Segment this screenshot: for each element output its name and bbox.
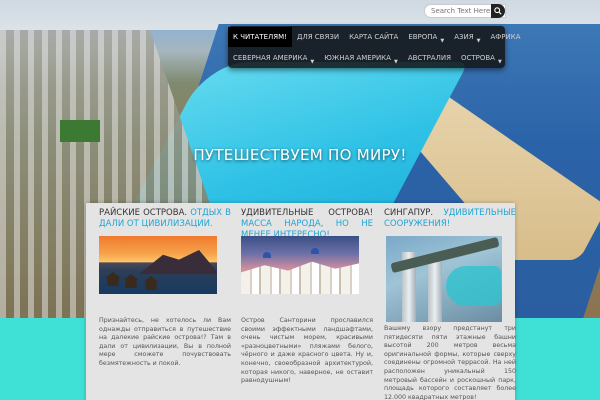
- article-image-singapore[interactable]: [386, 236, 502, 322]
- nav-label: АФРИКА: [490, 33, 521, 41]
- nav-item-europe[interactable]: ЕВРОПА ▼: [403, 27, 449, 47]
- dropdown-caret-icon: ▼: [310, 59, 315, 65]
- nav-item-contact[interactable]: ДЛЯ СВЯЗИ: [292, 27, 344, 47]
- hero-field: [60, 120, 100, 142]
- article-title[interactable]: СИНГАПУР. УДИВИТЕЛЬНЫЕ СООРУЖЕНИЯ!: [384, 208, 516, 232]
- nav-item-readers[interactable]: К ЧИТАТЕЛЯМ!: [228, 27, 292, 47]
- nav-item-asia[interactable]: АЗИЯ ▼: [449, 27, 485, 47]
- nav-item-australia[interactable]: АВСТРАЛИЯ: [403, 48, 456, 68]
- dropdown-caret-icon: ▼: [393, 59, 398, 65]
- article-card: РАЙСКИЕ ОСТРОВА. ОТДЫХ В ДАЛИ ОТ ЦИВИЛИЗ…: [99, 208, 231, 369]
- nav-row-1: К ЧИТАТЕЛЯМ! ДЛЯ СВЯЗИ КАРТА САЙТА ЕВРОП…: [228, 27, 525, 47]
- tower-shape: [428, 262, 442, 322]
- article-text: Признайтесь, не хотелось ли Вам однажды …: [99, 317, 231, 367]
- bungalow-shape: [143, 276, 159, 290]
- article-text: Вашему взору предстанут три пятидесяти п…: [384, 325, 516, 400]
- nav-label: ДЛЯ СВЯЗИ: [296, 33, 340, 41]
- article-title-text: РАЙСКИЕ ОСТРОВА.: [99, 208, 188, 218]
- dropdown-caret-icon: ▼: [440, 38, 445, 44]
- search-button[interactable]: [491, 4, 505, 18]
- nav-label: ЮЖНАЯ АМЕРИКА: [324, 54, 391, 62]
- nav-item-islands[interactable]: ОСТРОВА ▼: [456, 48, 507, 68]
- pool-shape: [446, 266, 501, 306]
- dropdown-caret-icon: ▼: [476, 38, 481, 44]
- article-title-text: СИНГАПУР.: [384, 208, 434, 218]
- nav-item-sitemap[interactable]: КАРТА САЙТА: [344, 27, 403, 47]
- article-image-santorini[interactable]: [241, 236, 359, 294]
- article-card: СИНГАПУР. УДИВИТЕЛЬНЫЕ СООРУЖЕНИЯ! Вашем…: [384, 208, 516, 400]
- dropdown-caret-icon: ▼: [497, 59, 502, 65]
- article-title[interactable]: РАЙСКИЕ ОСТРОВА. ОТДЫХ В ДАЛИ ОТ ЦИВИЛИЗ…: [99, 208, 231, 232]
- article-image-tropical-island[interactable]: [99, 236, 217, 294]
- dome-shape: [263, 252, 271, 258]
- hero-title: ПУТЕШЕСТВУЕМ ПО МИРУ!: [193, 146, 407, 164]
- nav-row-2: СЕВЕРНАЯ АМЕРИКА ▼ ЮЖНАЯ АМЕРИКА ▼ АВСТРАЛ…: [228, 48, 507, 68]
- nav-label: СЕВЕРНАЯ АМЕРИКА: [233, 54, 308, 62]
- search-icon: [494, 7, 502, 15]
- nav-label: АЗИЯ: [454, 33, 474, 41]
- mountain-shape: [139, 250, 217, 274]
- nav-item-north-america[interactable]: СЕВЕРНАЯ АМЕРИКА ▼: [228, 48, 319, 68]
- nav-item-africa[interactable]: АФРИКА: [485, 27, 525, 47]
- nav-item-south-america[interactable]: ЮЖНАЯ АМЕРИКА ▼: [319, 48, 403, 68]
- nav-label: АВСТРАЛИЯ: [407, 54, 451, 62]
- nav-label: КАРТА САЙТА: [349, 33, 399, 41]
- bungalow-shape: [123, 274, 139, 288]
- houses-shape: [241, 261, 359, 294]
- nav-label: ЕВРОПА: [408, 33, 438, 41]
- articles-panel: РАЙСКИЕ ОСТРОВА. ОТДЫХ В ДАЛИ ОТ ЦИВИЛИЗ…: [86, 203, 516, 400]
- article-title[interactable]: УДИВИТЕЛЬНЫЕ ОСТРОВА! МАССА НАРОДА, НО Н…: [241, 208, 373, 240]
- article-text: Остров Санторини прославился своими эффе…: [241, 317, 373, 385]
- main-navigation: К ЧИТАТЕЛЯМ! ДЛЯ СВЯЗИ КАРТА САЙТА ЕВРОП…: [228, 26, 520, 68]
- article-title-text: УДИВИТЕЛЬНЫЕ ОСТРОВА!: [241, 208, 373, 218]
- bungalow-shape: [105, 272, 121, 286]
- nav-label: ОСТРОВА: [460, 54, 495, 62]
- dome-shape: [311, 248, 319, 254]
- nav-label: К ЧИТАТЕЛЯМ!: [233, 33, 287, 41]
- article-card: УДИВИТЕЛЬНЫЕ ОСТРОВА! МАССА НАРОДА, НО Н…: [241, 208, 373, 386]
